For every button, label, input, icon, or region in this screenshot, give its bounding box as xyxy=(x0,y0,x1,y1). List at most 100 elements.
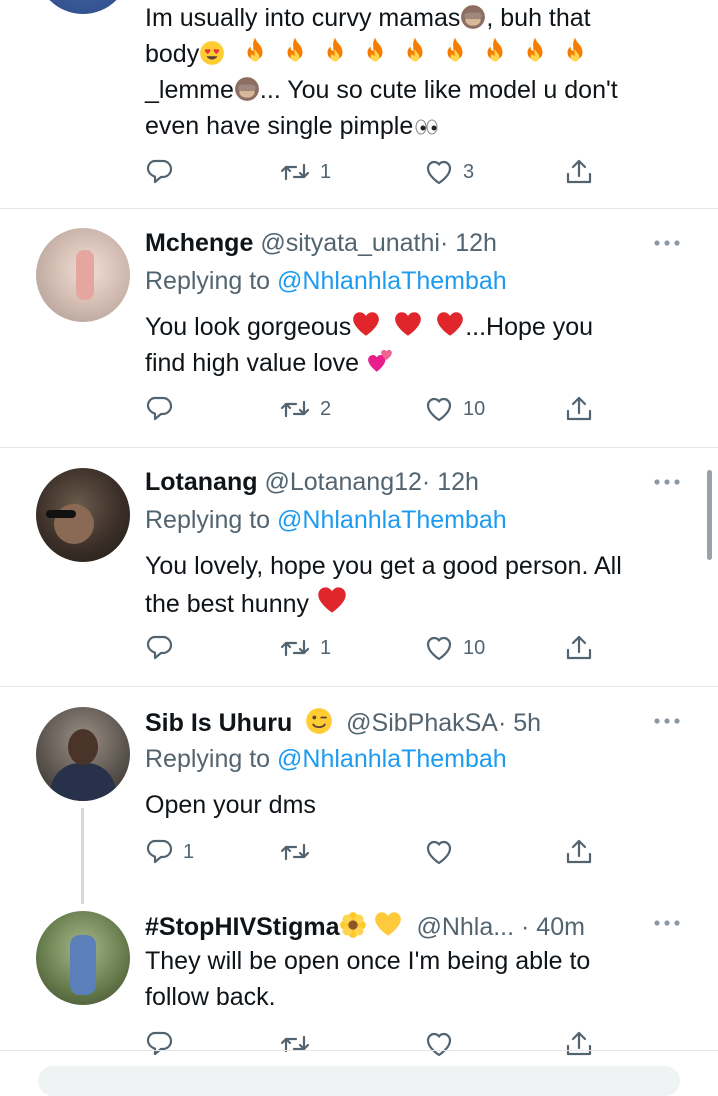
fire-icon xyxy=(287,37,303,62)
divider xyxy=(0,686,718,687)
tweet-text: You look gorgeous ...Hope you find high v… xyxy=(145,309,695,381)
handle[interactable]: @sityata_unathi xyxy=(260,229,440,257)
divider xyxy=(0,1050,718,1051)
avatar[interactable] xyxy=(36,911,130,1005)
reply-icon xyxy=(146,159,173,184)
share-button[interactable] xyxy=(565,392,593,426)
reply-button[interactable]: 1 xyxy=(145,835,194,869)
share-icon xyxy=(566,396,592,421)
avatar[interactable] xyxy=(36,228,130,322)
share-icon xyxy=(566,159,592,184)
like-button[interactable]: 3 xyxy=(425,155,474,189)
heart-icon xyxy=(426,160,452,185)
retweet-icon xyxy=(280,163,310,181)
handle[interactable]: @SibPhakSA xyxy=(346,709,498,737)
more-options-icon[interactable] xyxy=(653,717,681,725)
retweet-icon xyxy=(280,1035,310,1053)
scrollbar[interactable] xyxy=(707,470,712,560)
tweet-text: Open your dms xyxy=(145,791,316,819)
reply-button[interactable] xyxy=(145,1027,173,1061)
fire-icon xyxy=(327,37,343,62)
reply-icon xyxy=(146,1031,173,1056)
tweet-text: They will be open once I'm being able to… xyxy=(145,947,591,1011)
heart-icon xyxy=(426,397,452,422)
sunflower-emoji-icon xyxy=(340,912,367,938)
avatar-face xyxy=(68,729,98,765)
handle[interactable]: @Lotanang12 xyxy=(264,468,421,496)
fire-icon xyxy=(407,37,423,62)
avatar[interactable] xyxy=(36,468,130,562)
more-options-icon[interactable] xyxy=(653,478,681,486)
mention-link[interactable]: @NhlanhlaThembah xyxy=(277,745,507,773)
wink-emoji-icon xyxy=(305,707,333,735)
thread-connector-line xyxy=(81,808,84,904)
retweet-button[interactable] xyxy=(280,1027,310,1061)
handle[interactable]: @Nhla... xyxy=(416,913,514,941)
share-button[interactable] xyxy=(565,835,593,869)
share-icon xyxy=(566,635,592,660)
mention-link[interactable]: @NhlanhlaThembah xyxy=(277,267,507,295)
share-icon xyxy=(566,1031,592,1056)
reply-icon xyxy=(146,396,173,421)
retweet-icon xyxy=(280,843,310,861)
timestamp[interactable]: · 12h xyxy=(422,468,479,496)
avatar-figure xyxy=(70,935,96,995)
replying-to: Replying to @NhlanhlaThembah xyxy=(145,506,507,534)
fire-icon xyxy=(247,37,263,62)
like-button[interactable]: 10 xyxy=(425,631,485,665)
monkey-emoji-icon xyxy=(235,77,259,101)
reply-icon xyxy=(146,839,173,864)
tweet-actions: 1 3 xyxy=(145,155,605,189)
retweet-button[interactable] xyxy=(280,835,320,869)
display-name[interactable]: Mchenge xyxy=(145,229,253,257)
display-name[interactable]: Lotanang xyxy=(145,468,258,496)
timestamp[interactable]: · 5h xyxy=(498,709,541,737)
eyes-emoji-icon xyxy=(415,119,438,135)
reply-button[interactable] xyxy=(145,631,183,665)
retweet-count: 1 xyxy=(320,160,332,183)
tweet-actions: 1 xyxy=(145,835,605,869)
fire-icon xyxy=(527,37,543,62)
share-button[interactable] xyxy=(565,155,593,189)
avatar[interactable] xyxy=(36,707,130,801)
display-name[interactable]: Sib Is Uhuru xyxy=(145,709,292,737)
like-count: 10 xyxy=(463,636,486,659)
like-button[interactable]: 10 xyxy=(425,392,485,426)
tweet-header: Mchenge @sityata_unathi· 12h xyxy=(145,229,497,258)
red-heart-icon xyxy=(437,312,464,336)
replying-to: Replying to @NhlanhlaThembah xyxy=(145,267,507,295)
display-name[interactable]: #StopHIVStigma xyxy=(145,913,339,941)
more-options-icon[interactable] xyxy=(653,239,681,247)
retweet-button[interactable]: 2 xyxy=(280,392,331,426)
reply-button[interactable] xyxy=(145,155,183,189)
more-options-icon[interactable] xyxy=(653,919,681,927)
tweet-actions xyxy=(145,1027,605,1061)
share-button[interactable] xyxy=(565,631,593,665)
like-button[interactable] xyxy=(425,835,463,869)
fire-icon xyxy=(487,37,503,62)
red-heart-icon xyxy=(353,312,380,336)
avatar[interactable] xyxy=(36,0,130,14)
like-button[interactable] xyxy=(425,1027,453,1061)
red-heart-icon xyxy=(318,587,346,613)
share-button[interactable] xyxy=(565,1027,593,1061)
timestamp[interactable]: · 40m xyxy=(521,913,585,941)
timestamp[interactable]: · 12h xyxy=(440,229,497,257)
reply-button[interactable] xyxy=(145,392,183,426)
fire-icon xyxy=(367,37,383,62)
tweet-actions: 2 10 xyxy=(145,392,605,426)
retweet-button[interactable]: 1 xyxy=(280,155,331,189)
heart-icon xyxy=(426,840,452,865)
fire-icon xyxy=(567,37,583,62)
reply-compose-bar[interactable] xyxy=(38,1066,680,1096)
divider xyxy=(0,208,718,209)
tweet-text: You lovely, hope you get a good person. … xyxy=(145,552,622,618)
tweet-header: #StopHIVStigma @Nhla... · 40m xyxy=(145,909,585,942)
reply-icon xyxy=(146,635,173,660)
like-count: 3 xyxy=(463,160,475,183)
heart-icon xyxy=(426,636,452,661)
retweet-icon xyxy=(280,639,310,657)
mention-link[interactable]: @NhlanhlaThembah xyxy=(277,506,507,534)
retweet-button[interactable]: 1 xyxy=(280,631,331,665)
heart-icon xyxy=(426,1032,452,1057)
